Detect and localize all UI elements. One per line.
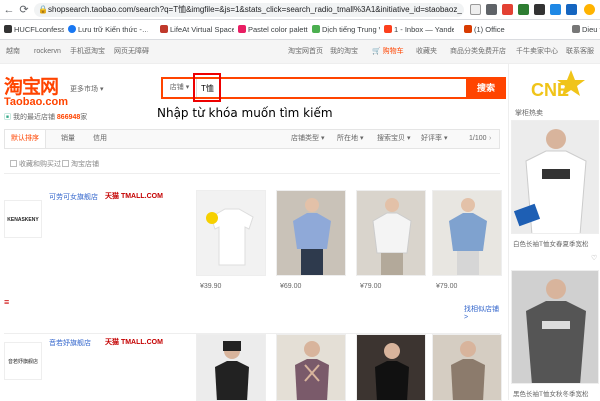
more-market-dropdown[interactable]: 更多市场 ▾ — [70, 84, 103, 94]
extension-icon[interactable] — [534, 4, 545, 15]
extension-icon[interactable] — [518, 4, 529, 15]
similar-shops-link[interactable]: 找相似店铺 > — [464, 304, 500, 321]
tmall-badge: 天猫 TMALL.COM — [105, 339, 163, 346]
contact-link[interactable]: 联系客服 — [566, 40, 594, 64]
filter-taobao-shop-checkbox[interactable]: 淘宝店铺 — [62, 159, 99, 169]
bookmark-item[interactable]: HUCFLconfessions (… — [4, 20, 64, 40]
bookmark-item[interactable]: (1) Office — [464, 20, 512, 40]
home-link[interactable]: 淘宝网首页 — [288, 40, 323, 64]
reload-icon[interactable]: ⟳ — [17, 3, 31, 17]
instruction-annotation: Nhập từ khóa muốn tìm kiếm — [157, 106, 333, 120]
product-price: ¥69.00 — [280, 283, 302, 290]
my-taobao-link[interactable]: 我的淘宝 — [330, 40, 358, 64]
shop-name-link[interactable]: 可劳可女旗舰店 — [49, 192, 98, 202]
extension-icon[interactable] — [566, 4, 577, 15]
product-thumbnail[interactable] — [356, 334, 426, 401]
product-price: ¥39.90 — [200, 283, 222, 290]
product-thumbnail[interactable] — [432, 190, 502, 276]
filter-bar: 收藏和购买过 淘宝店铺 — [4, 156, 500, 174]
ad-description[interactable]: 黑色长袖T恤女秋冬季宽松 — [513, 388, 599, 398]
location-link[interactable]: 越南 — [6, 40, 20, 64]
open-shop-link[interactable]: 免费开店 — [478, 40, 506, 64]
seller-center-link[interactable]: 千牛卖家中心 — [516, 40, 558, 64]
right-sidebar: CNE 掌柜热卖 白色长袖T恤女春夏季宽松 ♡ 黑色长袖T恤女秋冬季宽松 — [508, 64, 600, 400]
next-page-icon[interactable]: › — [489, 130, 491, 148]
location-dropdown[interactable]: 所在地 ▾ — [331, 130, 369, 148]
bookmarks-bar: HUCFLconfessions (… Lưu trữ Kiến thức -…… — [0, 20, 600, 40]
cart-link[interactable]: 🛒 购物车 — [372, 40, 404, 64]
ad-product-image[interactable] — [511, 120, 599, 234]
product-price: ¥79.00 — [436, 283, 458, 290]
svg-text:CNE: CNE — [531, 80, 569, 100]
product-thumbnail[interactable] — [276, 190, 346, 276]
shop-name-link[interactable]: 音若妤旗舰店 — [49, 338, 91, 348]
search-box: 店铺 ▾ 搜索 — [161, 77, 506, 99]
accessibility-link[interactable]: 网页无障碍 — [114, 40, 149, 64]
sort-tab-credit[interactable]: 信用 — [87, 130, 113, 148]
search-type-select[interactable]: 店铺 ▾ — [163, 79, 197, 97]
user-link[interactable]: rockervn — [34, 40, 61, 64]
profile-avatar[interactable] — [584, 4, 595, 15]
recent-shops[interactable]: ▣ 我的最近店铺 866948家 — [4, 112, 87, 122]
shop-logo[interactable]: KENASKENY — [4, 200, 42, 238]
ad-section-title: 掌柜热卖 — [515, 110, 543, 117]
url-text: shopsearch.taobao.com/search?q=T恤&imgfil… — [48, 5, 462, 14]
sort-tab-default[interactable]: 默认排序 — [5, 130, 46, 148]
ad-description[interactable]: 白色长袖T恤女春夏季宽松 — [513, 238, 599, 248]
bookmark-item[interactable]: Dịch tiếng Trung Vi… — [312, 20, 380, 40]
extension-icon[interactable] — [550, 4, 561, 15]
shop-logo[interactable]: 音若妤旗舰店 — [4, 342, 42, 380]
bookmark-item[interactable]: Lưu trữ Kiến thức -… — [68, 20, 148, 40]
menu-icon[interactable]: ≡ — [4, 298, 13, 307]
extension-icon[interactable] — [502, 4, 513, 15]
bookmark-item[interactable]: Pastel color palette… — [238, 20, 308, 40]
rating-dropdown[interactable]: 好评率 ▾ — [415, 130, 453, 148]
heart-icon[interactable]: ♡ — [591, 254, 597, 262]
site-top-nav: 越南 rockervn 手机逛淘宝 网页无障碍 淘宝网首页 我的淘宝 🛒 购物车… — [0, 40, 600, 64]
cne-logo[interactable]: CNE — [527, 68, 591, 104]
product-price: ¥79.00 — [360, 283, 382, 290]
shop-type-dropdown[interactable]: 店铺类型 ▾ — [285, 130, 330, 148]
tmall-badge: 天猫 TMALL.COM — [105, 193, 163, 200]
lock-icon: 🔒 — [38, 5, 48, 14]
favorites-link[interactable]: 收藏夹 — [416, 40, 437, 64]
sort-tab-sales[interactable]: 销量 — [55, 130, 81, 148]
back-icon[interactable]: ← — [2, 3, 16, 17]
search-button[interactable]: 搜索 — [466, 77, 506, 99]
bookmark-item[interactable]: Dieu t — [572, 20, 600, 40]
product-thumbnail[interactable] — [432, 334, 502, 401]
categories-link[interactable]: 商品分类 — [450, 40, 478, 64]
ad-product-image[interactable] — [511, 270, 599, 384]
share-icon[interactable] — [470, 4, 481, 15]
bookmark-item[interactable]: LifeAt Virtual Spaces — [160, 20, 234, 40]
taobao-logo[interactable]: 淘宝网 Taobao.com — [4, 72, 68, 108]
product-thumbnail[interactable] — [196, 190, 266, 276]
browser-chrome: ← ⟳ 🔒 shopsearch.taobao.com/search?q=T恤&… — [0, 0, 600, 40]
product-thumbnail[interactable] — [356, 190, 426, 276]
bookmark-item[interactable]: 1 - Inbox — Yandex… — [384, 20, 454, 40]
search-item-dropdown[interactable]: 搜索宝贝 ▾ — [371, 130, 416, 148]
product-thumbnail[interactable] — [276, 334, 346, 401]
address-bar-row: ← ⟳ 🔒 shopsearch.taobao.com/search?q=T恤&… — [0, 0, 600, 20]
shop-result: KENASKENY 可劳可女旗舰店 天猫 TMALL.COM ¥39.90 ¥6… — [4, 188, 502, 321]
url-field[interactable]: 🔒 shopsearch.taobao.com/search?q=T恤&imgf… — [34, 3, 464, 17]
mobile-link[interactable]: 手机逛淘宝 — [70, 40, 105, 64]
search-input[interactable] — [201, 80, 461, 96]
filter-purchased-checkbox[interactable]: 收藏和购买过 — [10, 159, 61, 169]
store-icon: ▣ — [4, 114, 11, 121]
product-thumbnail[interactable] — [196, 334, 266, 401]
shop-result: 音若妤旗舰店 音若妤旗舰店 天猫 TMALL.COM — [4, 333, 502, 401]
extension-icon[interactable] — [486, 4, 497, 15]
sort-bar: 默认排序 销量 信用 店铺类型 ▾ 所在地 ▾ 搜索宝贝 ▾ 好评率 ▾ 1/1… — [4, 129, 500, 149]
